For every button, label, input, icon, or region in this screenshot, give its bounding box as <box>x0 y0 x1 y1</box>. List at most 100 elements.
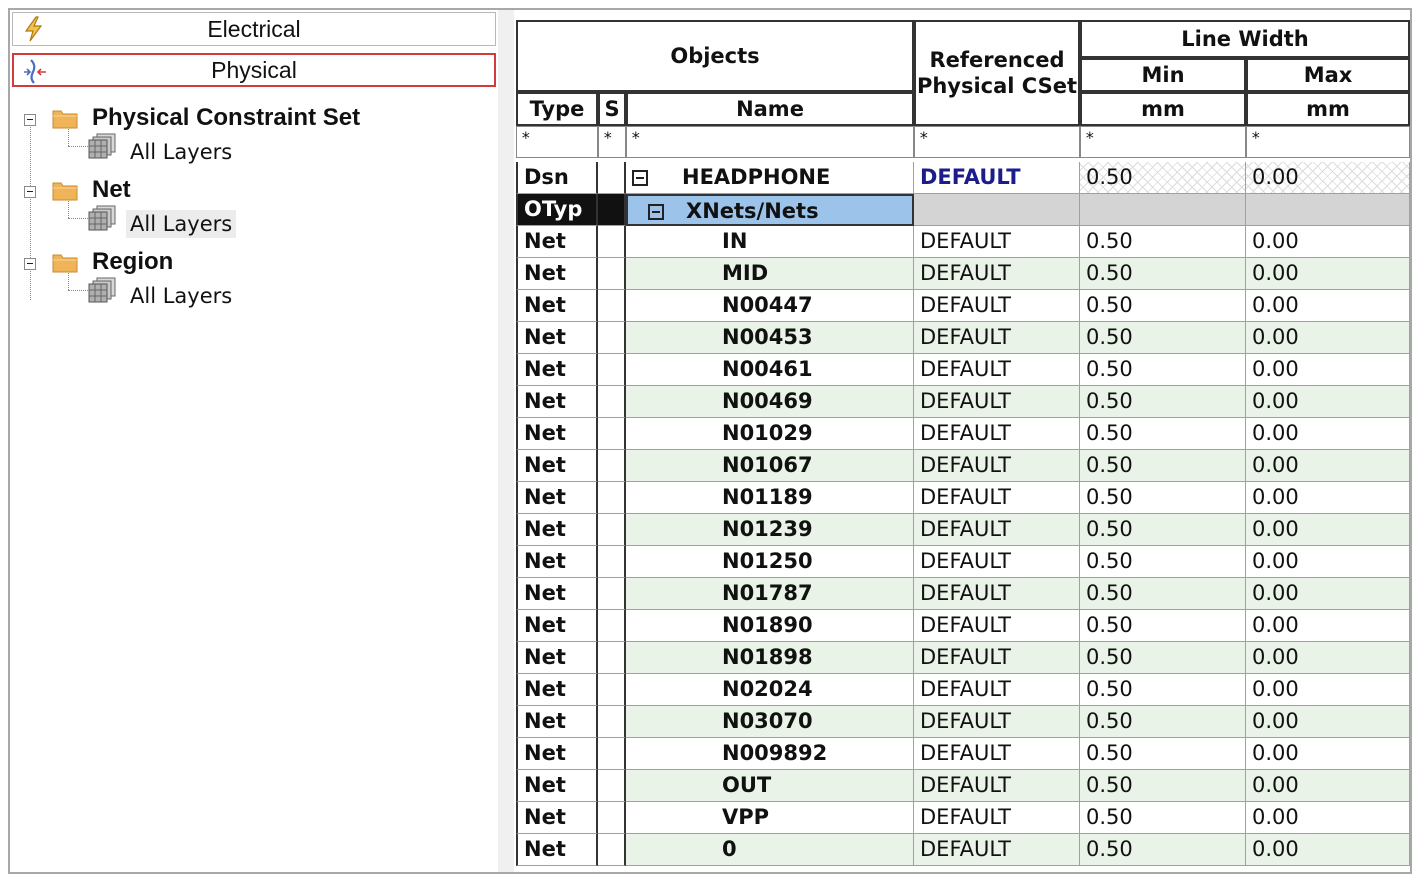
s-header[interactable]: S <box>598 92 626 126</box>
cset-cell[interactable]: DEFAULT <box>914 322 1080 354</box>
s-cell[interactable] <box>598 642 626 674</box>
net-row[interactable]: Net N01890 DEFAULT 0.50 0.00 <box>516 610 1410 642</box>
min-cell[interactable]: 0.50 <box>1080 514 1246 546</box>
min-cell[interactable]: 0.50 <box>1080 834 1246 866</box>
max-cell[interactable]: 0.00 <box>1246 258 1410 290</box>
min-cell[interactable]: 0.50 <box>1080 386 1246 418</box>
net-name-cell[interactable]: N01787 <box>626 578 914 610</box>
net-name-cell[interactable]: MID <box>626 258 914 290</box>
min-cell[interactable]: 0.50 <box>1080 738 1246 770</box>
max-header[interactable]: Max <box>1246 58 1410 92</box>
net-row[interactable]: Net N03070 DEFAULT 0.50 0.00 <box>516 706 1410 738</box>
net-row[interactable]: Net N01189 DEFAULT 0.50 0.00 <box>516 482 1410 514</box>
s-cell[interactable] <box>598 770 626 802</box>
cset-cell[interactable]: DEFAULT <box>914 738 1080 770</box>
cset-filter-input[interactable]: * <box>914 126 1080 158</box>
min-cell[interactable]: 0.50 <box>1080 642 1246 674</box>
max-cell[interactable]: 0.00 <box>1246 226 1410 258</box>
net-name-cell[interactable]: N02024 <box>626 674 914 706</box>
cset-cell[interactable]: DEFAULT <box>914 834 1080 866</box>
cset-cell[interactable]: DEFAULT <box>914 162 1080 194</box>
net-name-cell[interactable]: N01189 <box>626 482 914 514</box>
s-cell[interactable] <box>598 610 626 642</box>
type-filter-input[interactable]: * <box>516 126 598 158</box>
s-cell[interactable] <box>598 418 626 450</box>
net-row[interactable]: Net N009892 DEFAULT 0.50 0.00 <box>516 738 1410 770</box>
max-filter-input[interactable]: * <box>1246 126 1410 158</box>
min-cell[interactable]: 0.50 <box>1080 450 1246 482</box>
s-cell[interactable] <box>598 290 626 322</box>
max-cell[interactable]: 0.00 <box>1246 418 1410 450</box>
net-name-cell[interactable]: N01890 <box>626 610 914 642</box>
min-cell[interactable]: 0.50 <box>1080 610 1246 642</box>
net-row[interactable]: Net N00469 DEFAULT 0.50 0.00 <box>516 386 1410 418</box>
s-cell[interactable] <box>598 226 626 258</box>
net-row[interactable]: Net VPP DEFAULT 0.50 0.00 <box>516 802 1410 834</box>
net-name-cell[interactable]: IN <box>626 226 914 258</box>
s-cell[interactable] <box>598 578 626 610</box>
net-row[interactable]: Net N00453 DEFAULT 0.50 0.00 <box>516 322 1410 354</box>
cset-cell[interactable]: DEFAULT <box>914 226 1080 258</box>
net-name-cell[interactable]: N00461 <box>626 354 914 386</box>
type-header[interactable]: Type <box>516 92 598 126</box>
min-cell[interactable]: 0.50 <box>1080 226 1246 258</box>
net-row[interactable]: Net OUT DEFAULT 0.50 0.00 <box>516 770 1410 802</box>
collapse-icon[interactable] <box>632 170 648 186</box>
s-cell[interactable] <box>598 450 626 482</box>
collapse-toggle-icon[interactable] <box>24 186 36 198</box>
net-name-cell[interactable]: N01239 <box>626 514 914 546</box>
s-cell[interactable] <box>598 354 626 386</box>
name-header[interactable]: Name <box>626 92 914 126</box>
min-cell[interactable]: 0.50 <box>1080 674 1246 706</box>
min-header[interactable]: Min <box>1080 58 1246 92</box>
electrical-tab-button[interactable]: Electrical <box>12 12 496 46</box>
collapse-toggle-icon[interactable] <box>24 114 36 126</box>
tree-item-all-layers[interactable]: All Layers <box>126 282 236 310</box>
max-cell[interactable]: 0.00 <box>1246 386 1410 418</box>
name-cell[interactable]: XNets/Nets <box>626 194 914 226</box>
s-filter-input[interactable]: * <box>598 126 626 158</box>
s-cell[interactable] <box>598 738 626 770</box>
collapse-toggle-icon[interactable] <box>24 258 36 270</box>
net-row[interactable]: Net N01787 DEFAULT 0.50 0.00 <box>516 578 1410 610</box>
object-type-row[interactable]: OTyp XNets/Nets <box>516 194 1410 226</box>
s-cell[interactable] <box>598 706 626 738</box>
s-cell[interactable] <box>598 194 626 226</box>
net-name-cell[interactable]: N00453 <box>626 322 914 354</box>
net-row[interactable]: Net N01898 DEFAULT 0.50 0.00 <box>516 642 1410 674</box>
physical-tab-button[interactable]: Physical <box>12 53 496 87</box>
net-name-cell[interactable]: N00469 <box>626 386 914 418</box>
net-row[interactable]: Net N01250 DEFAULT 0.50 0.00 <box>516 546 1410 578</box>
net-name-cell[interactable]: N01029 <box>626 418 914 450</box>
min-cell[interactable]: 0.50 <box>1080 578 1246 610</box>
cset-cell[interactable]: DEFAULT <box>914 706 1080 738</box>
s-cell[interactable] <box>598 546 626 578</box>
min-cell[interactable]: 0.50 <box>1080 258 1246 290</box>
net-row[interactable]: Net N00447 DEFAULT 0.50 0.00 <box>516 290 1410 322</box>
max-cell[interactable]: 0.00 <box>1246 162 1410 194</box>
max-cell[interactable]: 0.00 <box>1246 578 1410 610</box>
net-name-cell[interactable]: N009892 <box>626 738 914 770</box>
cset-cell[interactable]: DEFAULT <box>914 642 1080 674</box>
s-cell[interactable] <box>598 162 626 194</box>
cset-cell[interactable]: DEFAULT <box>914 290 1080 322</box>
net-row[interactable]: Net IN DEFAULT 0.50 0.00 <box>516 226 1410 258</box>
name-filter-input[interactable]: * <box>626 126 914 158</box>
cset-cell[interactable]: DEFAULT <box>914 386 1080 418</box>
net-row[interactable]: Net 0 DEFAULT 0.50 0.00 <box>516 834 1410 866</box>
cset-cell[interactable]: DEFAULT <box>914 354 1080 386</box>
cset-cell[interactable]: DEFAULT <box>914 770 1080 802</box>
s-cell[interactable] <box>598 674 626 706</box>
s-cell[interactable] <box>598 322 626 354</box>
cset-cell[interactable]: DEFAULT <box>914 546 1080 578</box>
tree-item-region[interactable]: Region <box>92 248 173 276</box>
net-row[interactable]: Net N00461 DEFAULT 0.50 0.00 <box>516 354 1410 386</box>
s-cell[interactable] <box>598 482 626 514</box>
max-cell[interactable]: 0.00 <box>1246 482 1410 514</box>
cset-cell[interactable]: DEFAULT <box>914 450 1080 482</box>
net-name-cell[interactable]: N00447 <box>626 290 914 322</box>
s-cell[interactable] <box>598 514 626 546</box>
cset-cell[interactable]: DEFAULT <box>914 258 1080 290</box>
max-cell[interactable]: 0.00 <box>1246 514 1410 546</box>
max-cell[interactable]: 0.00 <box>1246 290 1410 322</box>
